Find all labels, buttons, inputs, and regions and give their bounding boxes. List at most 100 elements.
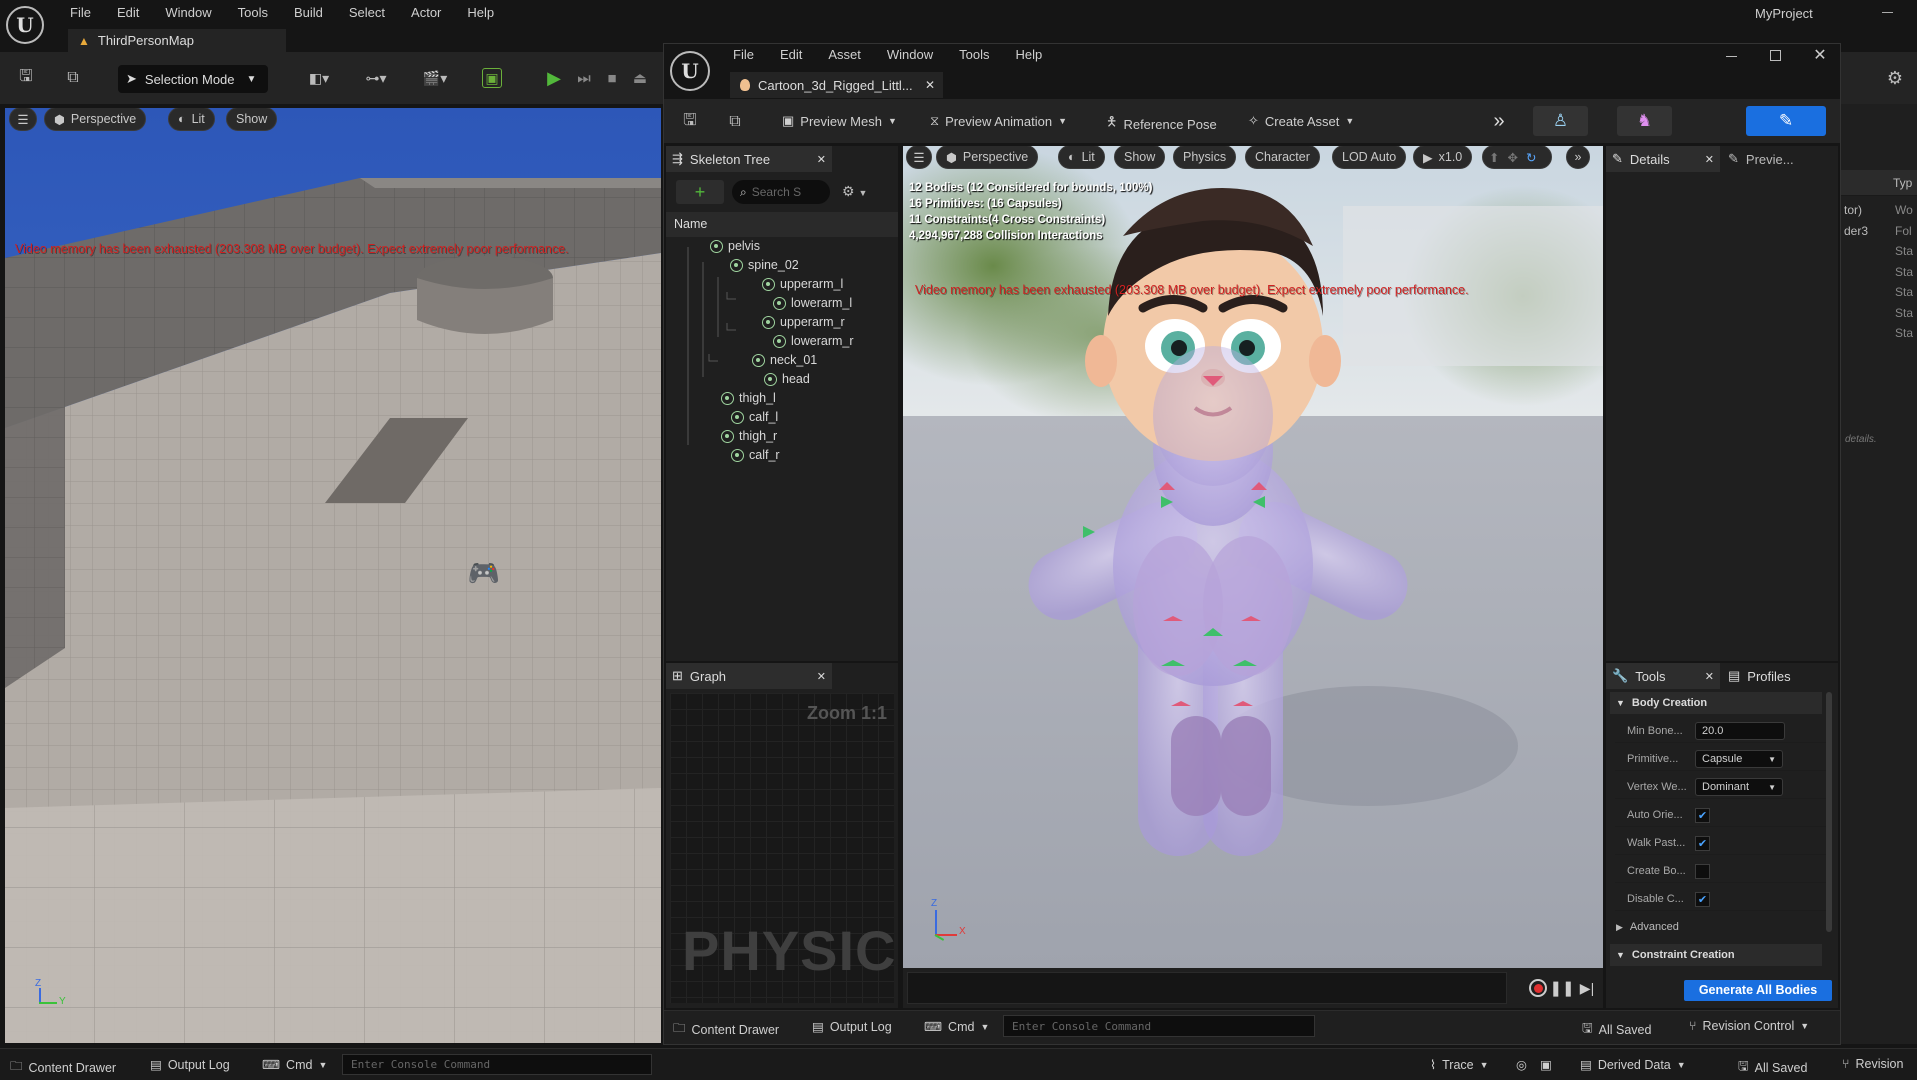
level-perspective-button[interactable]: ⬢ Perspective bbox=[44, 108, 147, 131]
editor-menu-file[interactable]: File bbox=[733, 47, 754, 62]
min-bone-input[interactable]: 20.0 bbox=[1695, 722, 1785, 740]
phys-hamburger-button[interactable]: ☰ bbox=[906, 146, 932, 169]
tree-settings-button[interactable]: ⚙ ▼ bbox=[842, 183, 867, 200]
save-icon[interactable]: 🖫 bbox=[16, 68, 36, 88]
cinematics-icon[interactable]: 🎬▾ bbox=[416, 68, 454, 88]
editor-unreal-logo-icon[interactable]: U bbox=[670, 51, 710, 91]
player-start-icon[interactable]: 🎮 bbox=[467, 556, 501, 590]
physics-viewport[interactable]: ☰ ⬢ Perspective ◐ Lit Show Physics Charact… bbox=[903, 146, 1603, 968]
bone-row[interactable]: thigh_l bbox=[721, 389, 776, 407]
level-hamburger-button[interactable]: ☰ bbox=[9, 108, 37, 131]
editor-close-button[interactable]: ✕ bbox=[1810, 45, 1830, 65]
animation-mode-button[interactable]: ✎ bbox=[1746, 106, 1826, 136]
main-cmd-dropdown[interactable]: ⌨ Cmd ▼ bbox=[262, 1057, 327, 1073]
pause-button[interactable]: ❚❚ bbox=[1549, 978, 1574, 998]
selection-mode-dropdown[interactable]: ➤ Selection Mode ▼ bbox=[118, 65, 268, 93]
phys-speed-button[interactable]: ▶ x1.0 bbox=[1413, 146, 1473, 169]
advance-frame-icon[interactable]: ⏭ bbox=[574, 68, 594, 88]
graph-tab[interactable]: ⊞ Graph ✕ bbox=[666, 663, 832, 689]
editor-minimize-button[interactable] bbox=[1726, 56, 1737, 57]
skeleton-tree-tab[interactable]: ⇶ Skeleton Tree ✕ bbox=[666, 146, 832, 172]
phys-lit-button[interactable]: ◐ Lit bbox=[1058, 146, 1105, 169]
browse-icon[interactable]: ⧉ bbox=[62, 68, 84, 88]
camera-icon[interactable]: ▣ bbox=[1540, 1057, 1552, 1072]
derived-data-button[interactable]: ▤ Derived Data ▼ bbox=[1580, 1057, 1686, 1073]
bone-row[interactable]: upperarm_r bbox=[762, 313, 845, 331]
phys-character-button[interactable]: Character bbox=[1245, 146, 1320, 169]
editor-content-drawer-button[interactable]: 🗀 Content Drawer bbox=[673, 1019, 779, 1040]
auto-orient-checkbox[interactable]: ✔ bbox=[1695, 807, 1710, 823]
editor-menu-tools[interactable]: Tools bbox=[959, 47, 989, 62]
main-content-drawer-button[interactable]: 🗀 Content Drawer bbox=[10, 1057, 116, 1078]
editor-revision-control-button[interactable]: ⑂ Revision Control ▼ bbox=[1689, 1019, 1809, 1033]
step-forward-button[interactable]: ▶| bbox=[1578, 978, 1596, 998]
main-output-log-button[interactable]: ▤ Output Log bbox=[150, 1057, 230, 1073]
menu-edit[interactable]: Edit bbox=[117, 5, 139, 20]
editor-console-input[interactable]: Enter Console Command bbox=[1003, 1015, 1315, 1037]
overflow-chevrons-icon[interactable]: » bbox=[1488, 110, 1510, 132]
bone-row[interactable]: calf_l bbox=[731, 408, 778, 426]
rotate-icon[interactable]: ↻ bbox=[1526, 150, 1536, 165]
main-revision-button[interactable]: ⑂ Revision bbox=[1842, 1057, 1903, 1071]
preview-settings-tab[interactable]: ✎ Previe... bbox=[1722, 146, 1838, 172]
record-button[interactable] bbox=[1529, 979, 1547, 997]
outliner-name[interactable]: der3 bbox=[1844, 221, 1868, 242]
editor-browse-icon[interactable]: ⧉ bbox=[724, 112, 746, 132]
details-tab[interactable]: ✎ Details ✕ bbox=[1606, 146, 1720, 172]
select-icon[interactable]: ⬆ bbox=[1489, 150, 1499, 165]
profiles-tab[interactable]: ▤ Profiles bbox=[1722, 663, 1838, 689]
outliner-name[interactable]: tor) bbox=[1844, 200, 1868, 221]
phys-show-button[interactable]: Show bbox=[1114, 146, 1166, 169]
play-icon[interactable]: ▶ bbox=[544, 68, 564, 88]
menu-build[interactable]: Build bbox=[294, 5, 323, 20]
stop-icon[interactable]: ■ bbox=[602, 68, 622, 88]
create-asset-button[interactable]: ✧ Create Asset ▼ bbox=[1248, 113, 1354, 129]
bone-row[interactable]: neck_01 bbox=[752, 351, 817, 369]
physics-mode-button[interactable]: ♞ bbox=[1617, 106, 1672, 136]
trace-dropdown[interactable]: ⌇ Trace ▼ bbox=[1430, 1057, 1489, 1073]
editor-output-log-button[interactable]: ▤ Output Log bbox=[812, 1019, 892, 1035]
level-lit-button[interactable]: ◐ Lit bbox=[168, 108, 215, 131]
timeline-track[interactable] bbox=[907, 972, 1507, 1004]
bone-row[interactable]: head bbox=[764, 370, 810, 388]
viewport-overflow-button[interactable]: » bbox=[1566, 146, 1590, 169]
unreal-logo-icon[interactable]: U bbox=[6, 6, 44, 44]
reference-pose-button[interactable]: 🯅 Reference Pose bbox=[1106, 113, 1217, 135]
phys-perspective-button[interactable]: ⬢ Perspective bbox=[936, 146, 1039, 169]
editor-menu-help[interactable]: Help bbox=[1015, 47, 1042, 62]
close-icon[interactable]: ✕ bbox=[925, 78, 935, 92]
level-show-button[interactable]: Show bbox=[226, 108, 278, 131]
main-console-input[interactable]: Enter Console Command bbox=[342, 1054, 652, 1075]
editor-all-saved-button[interactable]: 🖫 All Saved bbox=[1582, 1019, 1651, 1040]
generate-all-bodies-button[interactable]: Generate All Bodies bbox=[1684, 980, 1832, 1001]
body-creation-header[interactable]: ▼ Body Creation bbox=[1610, 692, 1822, 714]
close-icon[interactable]: ✕ bbox=[1705, 153, 1714, 166]
main-all-saved-button[interactable]: 🖫 All Saved bbox=[1738, 1057, 1807, 1078]
editor-maximize-button[interactable] bbox=[1770, 50, 1781, 61]
skeleton-mode-button[interactable]: ♙ bbox=[1533, 106, 1588, 136]
walk-past-checkbox[interactable]: ✔ bbox=[1695, 835, 1710, 851]
phys-lod-button[interactable]: LOD Auto bbox=[1332, 146, 1407, 169]
create-body-checkbox[interactable] bbox=[1695, 863, 1710, 879]
close-icon[interactable]: ✕ bbox=[817, 153, 826, 166]
phys-physics-button[interactable]: Physics bbox=[1173, 146, 1237, 169]
bone-row[interactable]: thigh_r bbox=[721, 427, 777, 445]
transform-tools-group[interactable]: ⬆ ✥ ↻ bbox=[1482, 146, 1552, 169]
record-icon[interactable]: ◎ bbox=[1516, 1057, 1527, 1072]
bone-row[interactable]: lowerarm_r bbox=[773, 332, 854, 350]
menu-window[interactable]: Window bbox=[165, 5, 211, 20]
close-icon[interactable]: ✕ bbox=[817, 670, 826, 683]
advanced-header[interactable]: ▶ Advanced bbox=[1610, 916, 1822, 938]
preview-mesh-button[interactable]: ▣ Preview Mesh ▼ bbox=[782, 113, 897, 129]
map-tab[interactable]: ▲ ThirdPersonMap bbox=[68, 29, 286, 52]
editor-menu-edit[interactable]: Edit bbox=[780, 47, 802, 62]
disable-collision-checkbox[interactable]: ✔ bbox=[1695, 891, 1710, 907]
bone-row[interactable]: calf_r bbox=[731, 446, 780, 464]
tools-tab[interactable]: 🔧 Tools ✕ bbox=[1606, 663, 1720, 689]
menu-select[interactable]: Select bbox=[349, 5, 385, 20]
eject-icon[interactable]: ⏏ bbox=[630, 68, 650, 88]
menu-file[interactable]: File bbox=[70, 5, 91, 20]
minimize-button[interactable] bbox=[1882, 12, 1893, 13]
menu-tools[interactable]: Tools bbox=[238, 5, 268, 20]
preview-animation-button[interactable]: ⧖ Preview Animation ▼ bbox=[930, 113, 1067, 129]
